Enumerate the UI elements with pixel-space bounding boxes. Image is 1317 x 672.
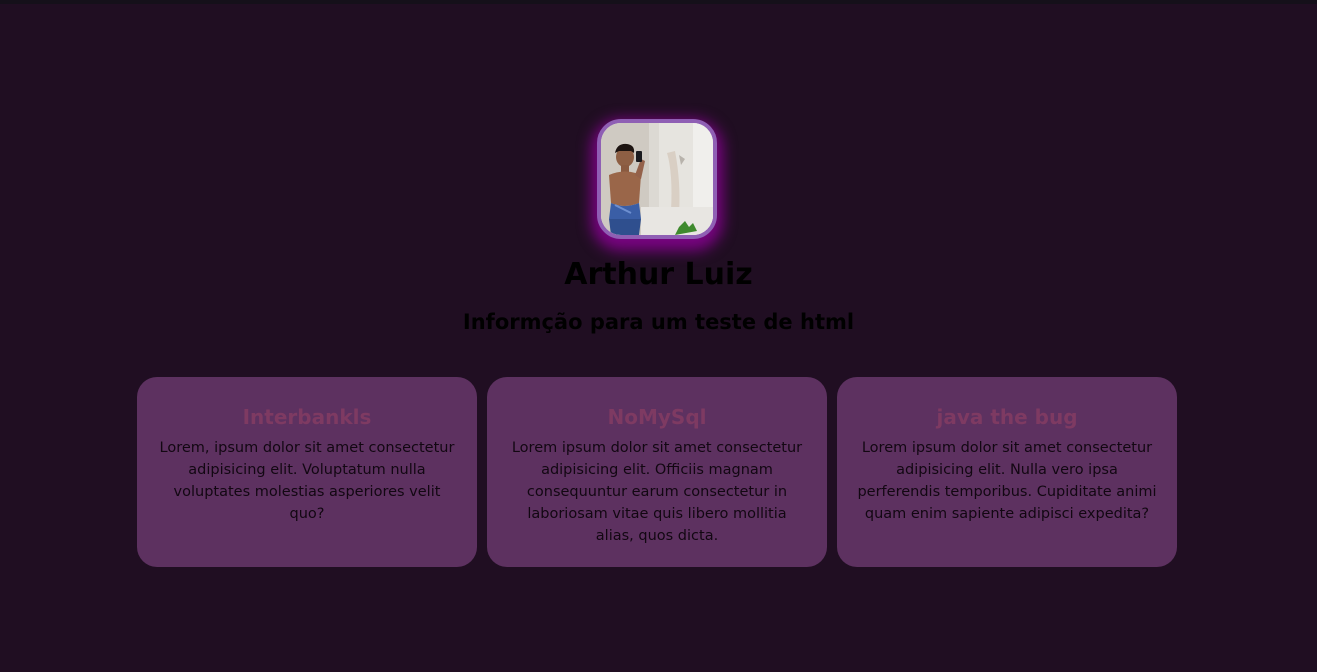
card-text: Lorem ipsum dolor sit amet consectetur a… <box>857 440 1157 522</box>
card-nomysql: NoMySql Lorem ipsum dolor sit amet conse… <box>487 377 827 567</box>
card-text: Lorem ipsum dolor sit amet consectetur a… <box>511 440 803 544</box>
card-title: Interbankls <box>242 405 372 429</box>
card-text: Lorem, ipsum dolor sit amet consectetur … <box>159 440 455 522</box>
top-border <box>0 0 1317 4</box>
profile-name: Arthur Luiz <box>564 257 753 292</box>
card-title: java the bug <box>936 405 1078 429</box>
profile-subtitle: Informção para um teste de html <box>462 310 855 334</box>
avatar-photo <box>601 123 713 235</box>
card-java-the-bug: java the bug Lorem ipsum dolor sit amet … <box>837 377 1177 567</box>
avatar <box>597 119 717 239</box>
card-interbankls: Interbankls Lorem, ipsum dolor sit amet … <box>137 377 477 567</box>
card-title: NoMySql <box>607 405 707 429</box>
